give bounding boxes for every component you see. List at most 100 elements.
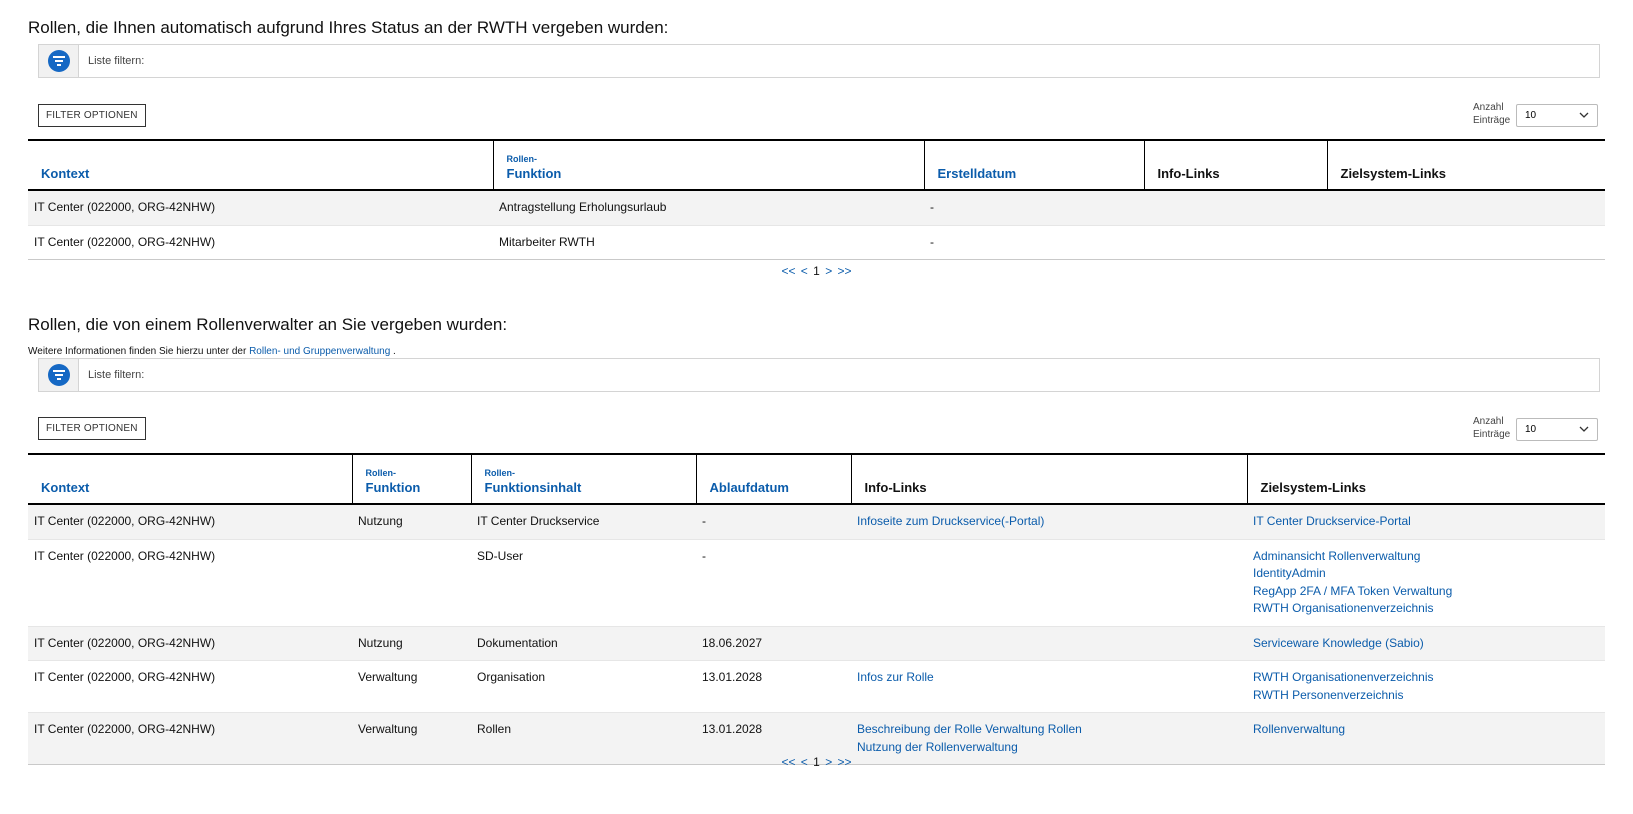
section1-pager: << < 1 > >> [0,264,1633,278]
info-link[interactable]: Infos zur Rolle [857,669,1241,687]
cell-ablaufdatum: - [696,504,851,540]
filter-options-button[interactable]: FILTER OPTIONEN [38,104,146,127]
table-row: IT Center (022000, ORG-42NHW) Mitarbeite… [28,225,1605,260]
section2-table: Kontext Rollen- Funktion Rollen- Funktions… [28,453,1605,765]
cell-ablaufdatum: 13.01.2028 [696,660,851,713]
cell-info-links: Infos zur Rolle [851,660,1247,713]
section2-table-body: IT Center (022000, ORG-42NHW) Nutzung IT C… [28,504,1605,765]
cell-funktionsinhalt: SD-User [471,539,696,627]
section2-filter-box[interactable]: Liste filtern: [38,358,1600,392]
cell-funktion: Verwaltung [352,660,471,713]
cell-funktionsinhalt: Dokumentation [471,626,696,661]
info-link[interactable]: Nutzung der Rollenverwaltung [857,739,1241,757]
cell-ablaufdatum: - [696,539,851,627]
filter-icon[interactable] [47,50,70,72]
anzahl-line1: Anzahl [1473,416,1504,427]
zielsystem-link[interactable]: RWTH Personenverzeichnis [1253,687,1599,705]
section2-title: Rollen, die von einem Rollenverwalter an… [28,315,508,334]
cell-zielsystem-links: RWTH Organisationenverzeichnis RWTH Perso… [1247,660,1605,713]
pager-prev[interactable]: < [801,264,808,278]
cell-zielsystem-links: Adminansicht Rollenverwaltung IdentityAdm… [1247,539,1605,627]
column-header-ablaufdatum[interactable]: Ablaufdatum [695,453,851,505]
page-size-value: 10 [1525,110,1537,121]
column-header-zielsystem-links: Zielsystem-Links [1246,453,1605,505]
rollen-gruppenverwaltung-link[interactable]: Rollen- und Gruppenverwaltung [249,346,390,357]
pager-current: 1 [813,755,820,769]
section2-pager: << < 1 > >> [0,755,1633,769]
zielsystem-link[interactable]: RWTH Organisationenverzeichnis [1253,669,1599,687]
cell-datum: - [924,225,1144,260]
info-link[interactable]: Beschreibung der Rolle Verwaltung Rollen [857,721,1241,739]
cell-zielsystem-links: IT Center Druckservice-Portal [1247,504,1605,540]
pager-first[interactable]: << [781,264,795,278]
page-size-select[interactable]: 10 [1516,418,1598,441]
chevron-down-icon [1579,426,1589,432]
zielsystem-link[interactable]: Serviceware Knowledge (Sabio) [1253,635,1599,653]
zielsystem-link[interactable]: Adminansicht Rollenverwaltung [1253,548,1599,566]
note-end: . [393,346,396,357]
column-header-erstelldatum[interactable]: Erstelldatum [923,139,1144,191]
cell-ziel [1327,190,1605,226]
cell-kontext: IT Center (022000, ORG-42NHW) [28,539,352,627]
column-header-zielsystem-links: Zielsystem-Links [1326,139,1605,191]
pager-next[interactable]: > [825,264,832,278]
pager-last[interactable]: >> [838,264,852,278]
filter-icon-cell [39,45,79,77]
note-text: Weitere Informationen finden Sie hierzu … [28,346,247,357]
column-header-funktion[interactable]: Rollen- Funktion [351,453,471,505]
info-link[interactable]: Infoseite zum Druckservice(-Portal) [857,513,1241,531]
pager-prev[interactable]: < [801,755,808,769]
section2-note: Weitere Informationen finden Sie hierzu … [28,346,396,357]
chevron-down-icon [1579,112,1589,118]
column-header-info-links: Info-Links [850,453,1247,505]
column-header-funktion[interactable]: Rollen- Funktion [492,139,924,191]
cell-ablaufdatum: 18.06.2027 [696,626,851,661]
cell-datum: - [924,190,1144,226]
cell-kontext: IT Center (022000, ORG-42NHW) [28,225,493,260]
cell-info [1144,225,1327,260]
cell-funktionsinhalt: Organisation [471,660,696,713]
zielsystem-link[interactable]: IT Center Druckservice-Portal [1253,513,1599,531]
table-row: IT Center (022000, ORG-42NHW) Antragstel… [28,190,1605,226]
zielsystem-link[interactable]: RegApp 2FA / MFA Token Verwaltung [1253,583,1599,601]
column-header-funktionsinhalt[interactable]: Rollen- Funktionsinhalt [470,453,696,505]
pager-first[interactable]: << [781,755,795,769]
cell-ziel [1327,225,1605,260]
table-row: IT Center (022000, ORG-42NHW) Verwaltung O… [28,660,1605,713]
column-header-info-links: Info-Links [1143,139,1327,191]
cell-info [1144,190,1327,226]
zielsystem-link[interactable]: RWTH Organisationenverzeichnis [1253,600,1599,618]
cell-funktion: Nutzung [352,504,471,540]
page-size-select[interactable]: 10 [1516,104,1598,127]
filter-label: Liste filtern: [88,55,145,67]
filter-icon[interactable] [47,364,70,386]
page-size-value: 10 [1525,424,1537,435]
anzahl-line2: Einträge [1473,115,1511,126]
table-row: IT Center (022000, ORG-42NHW) SD-User - Adm… [28,539,1605,627]
anzahl-label: Anzahl Einträge [1473,101,1510,127]
cell-info-links [851,539,1247,627]
cell-funktion: Antragstellung Erholungsurlaub [493,190,924,226]
cell-kontext: IT Center (022000, ORG-42NHW) [28,660,352,713]
cell-funktionsinhalt: IT Center Druckservice [471,504,696,540]
cell-funktion [352,539,471,627]
column-header-kontext[interactable]: Kontext [28,139,493,191]
pager-last[interactable]: >> [838,755,852,769]
zielsystem-link[interactable]: IdentityAdmin [1253,565,1599,583]
filter-options-button[interactable]: FILTER OPTIONEN [38,417,146,440]
cell-kontext: IT Center (022000, ORG-42NHW) [28,190,493,226]
cell-kontext: IT Center (022000, ORG-42NHW) [28,504,352,540]
anzahl-line1: Anzahl [1473,102,1504,113]
section1-filter-box[interactable]: Liste filtern: [38,44,1600,78]
cell-kontext: IT Center (022000, ORG-42NHW) [28,626,352,661]
section1-title: Rollen, die Ihnen automatisch aufgrund I… [28,18,669,37]
cell-funktion: Nutzung [352,626,471,661]
column-header-kontext[interactable]: Kontext [28,453,352,505]
cell-info-links: Infoseite zum Druckservice(-Portal) [851,504,1247,540]
anzahl-line2: Einträge [1473,429,1511,440]
pager-next[interactable]: > [825,755,832,769]
filter-icon-cell [39,359,79,391]
zielsystem-link[interactable]: Rollenverwaltung [1253,721,1599,739]
pager-current: 1 [813,264,820,278]
table-row: IT Center (022000, ORG-42NHW) Nutzung Doku… [28,626,1605,661]
